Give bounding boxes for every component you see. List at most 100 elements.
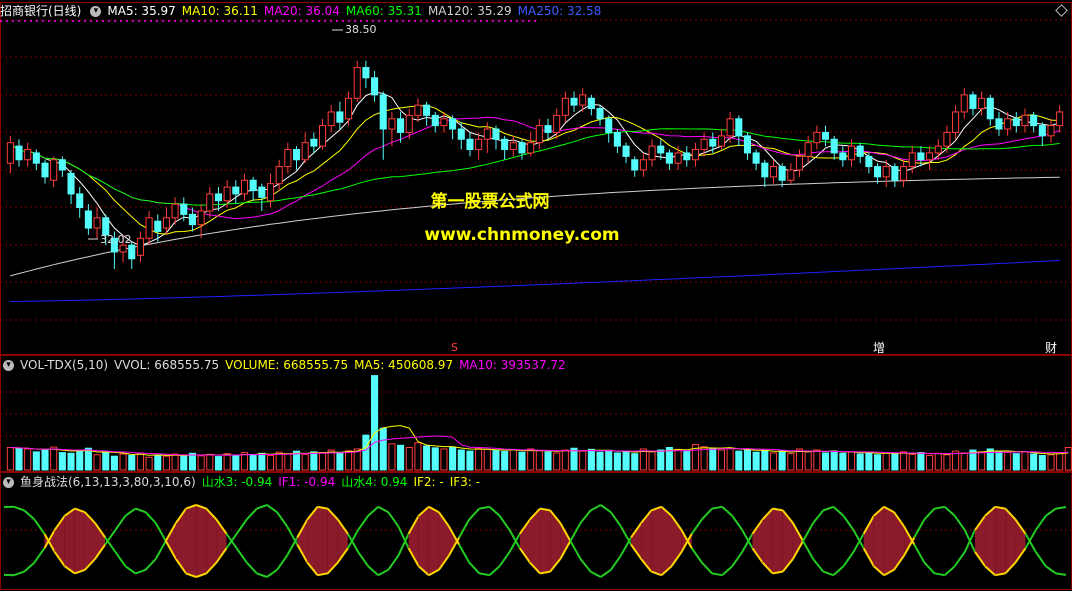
- candle: [162, 217, 170, 229]
- volume-bar: [908, 453, 916, 471]
- signal-zeng-mark: 增: [873, 341, 885, 355]
- volume-bar: [214, 456, 223, 471]
- candle: [188, 213, 196, 226]
- candle: [379, 94, 387, 130]
- candle: [882, 166, 890, 178]
- candle: [423, 104, 431, 116]
- candle: [579, 94, 587, 106]
- fish-line-lower: [144, 511, 157, 524]
- candle: [301, 142, 309, 161]
- fish-line-lower: [600, 504, 612, 514]
- volume-bar: [266, 454, 275, 471]
- fish-line-upper: [842, 551, 855, 567]
- ma250-line: [10, 260, 1060, 302]
- fish-line-lower: [579, 509, 592, 524]
- fish-line-lower: [508, 529, 521, 549]
- volume-bar: [206, 453, 214, 471]
- volume-bar: [579, 450, 587, 471]
- fish-line-upper: [104, 536, 117, 553]
- chevron-down-icon[interactable]: ▾: [3, 360, 14, 371]
- fish-body-segment: [772, 508, 783, 574]
- candle: [986, 97, 994, 120]
- low-price-label: 32.02: [100, 233, 132, 246]
- fish-line-upper: [690, 547, 703, 564]
- candle: [631, 159, 639, 171]
- fish-line-upper: [468, 561, 481, 575]
- fish-line-upper: [367, 565, 379, 576]
- candle: [84, 210, 92, 229]
- fish-body-segment: [540, 508, 551, 574]
- candle: [336, 111, 344, 123]
- chevron-down-icon[interactable]: ▾: [3, 477, 14, 488]
- fish-line-upper: [913, 544, 926, 564]
- fish-line-upper: [347, 533, 359, 553]
- fish-line-upper: [802, 540, 815, 560]
- volume-bar: [943, 454, 951, 471]
- candle: [839, 152, 847, 161]
- volume-bar: [249, 454, 257, 471]
- volume-bar: [6, 446, 14, 471]
- candle: [501, 138, 509, 151]
- candle: [821, 131, 830, 140]
- candle: [214, 193, 223, 202]
- vol-ma5-value: MA5: 450608.97: [354, 358, 454, 372]
- volume-bar: [223, 453, 231, 471]
- volume-bar: [726, 447, 734, 471]
- fish-line-lower: [135, 507, 146, 514]
- volume-bar: [1012, 453, 1020, 471]
- volume-bar: [1030, 453, 1038, 471]
- candle: [414, 104, 422, 116]
- candle: [518, 142, 526, 154]
- volume-bar: [1021, 451, 1029, 471]
- volume-bar: [188, 452, 196, 471]
- candle: [865, 155, 873, 168]
- candle: [613, 131, 621, 147]
- fish-line-upper: [144, 558, 157, 571]
- volume-bar: [501, 450, 509, 471]
- candle: [691, 149, 699, 161]
- candle: [284, 149, 292, 168]
- fish-body-segment: [186, 505, 197, 577]
- volume-bar: [466, 450, 474, 471]
- volume-bar: [440, 448, 448, 471]
- fish-line-lower: [721, 506, 733, 517]
- vol-ma5-line: [10, 425, 1069, 457]
- volume-bar: [1047, 454, 1055, 471]
- ma5-value: MA5: 35.97: [107, 4, 176, 18]
- candle: [232, 186, 240, 195]
- fish-line-lower: [235, 518, 248, 535]
- ma120-value: MA120: 35.29: [427, 4, 512, 18]
- fish-body-segment: [631, 523, 642, 559]
- candle: [1038, 125, 1046, 137]
- candle: [874, 166, 882, 178]
- fish-line-lower: [1045, 507, 1057, 517]
- chevron-down-icon[interactable]: ▾: [90, 6, 102, 17]
- candle: [24, 149, 32, 161]
- stock-chart[interactable]: 第一股票公式网 www.chnmoney.com 38.50 32.02 S 增…: [0, 0, 1072, 591]
- fish-line-lower: [923, 507, 936, 521]
- fish-line-upper: [276, 554, 289, 571]
- fish-line-upper: [812, 558, 825, 573]
- candle: [371, 77, 379, 96]
- volume-bar: [917, 452, 925, 471]
- volume-bar: [527, 448, 535, 471]
- volume-bar: [856, 453, 864, 471]
- candle: [847, 145, 856, 161]
- fish-body-segment: [165, 523, 176, 559]
- fish-line-lower: [266, 504, 278, 514]
- volume-bar: [58, 452, 66, 471]
- fish-line-upper: [1024, 533, 1037, 553]
- volume-bar: [709, 448, 717, 471]
- fish-line-lower: [13, 505, 25, 512]
- fish-body-segment: [792, 523, 804, 559]
- volume-bar: [648, 451, 656, 471]
- candle: [431, 114, 439, 127]
- fish-line-upper: [721, 565, 733, 576]
- candle: [726, 118, 734, 137]
- candle: [683, 152, 691, 161]
- volume-bar: [891, 453, 899, 471]
- fish-body-segment: [651, 506, 662, 576]
- indicator-header: ▾ 鱼身战法(6,13,13,3,80,3,10,6) 山水3: -0.94 IF1:…: [0, 474, 486, 490]
- volume-bar: [631, 453, 639, 471]
- candle: [197, 210, 205, 226]
